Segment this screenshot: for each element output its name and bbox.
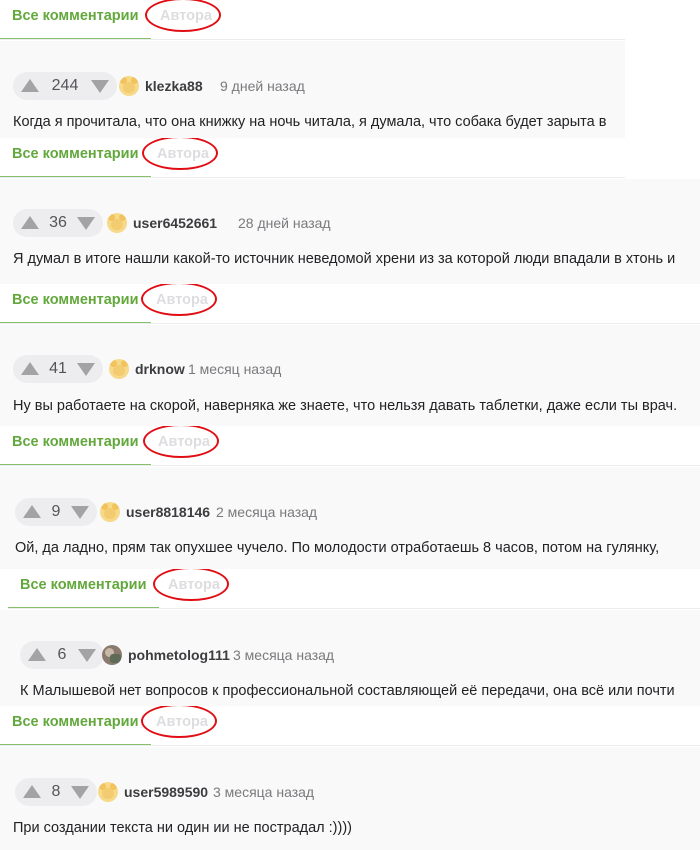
avatar-face (123, 82, 135, 93)
downvote-arrow-icon[interactable] (91, 80, 109, 93)
comment-author[interactable]: klezka88 (145, 72, 203, 100)
upvote-arrow-icon[interactable] (28, 648, 46, 661)
tab-author[interactable]: Автора (168, 569, 220, 607)
comment-author[interactable]: user8818146 (126, 498, 210, 526)
comment-author[interactable]: user6452661 (133, 209, 217, 237)
avatar-icon[interactable] (119, 76, 139, 96)
tabs-divider (0, 745, 700, 746)
comment-card: 8 user5989590 3 месяца назад При создании т… (0, 747, 700, 850)
comment-header: 8 user5989590 3 месяца назад (15, 778, 535, 806)
comment-time[interactable]: 2 месяца назад (216, 498, 317, 526)
rating-value: 8 (51, 783, 61, 800)
comment-tabs: Все комментарии Автора (0, 706, 700, 746)
tabs-divider (0, 177, 625, 178)
comment-tabs: Все комментарии Автора (0, 426, 700, 466)
comment-card: 9 user8818146 2 месяца назад Ой, да ладно, … (0, 467, 700, 569)
avatar-icon[interactable] (98, 782, 118, 802)
comment-text: Ой, да ладно, прям так опухшее чучело. П… (15, 540, 660, 556)
tab-all-comments[interactable]: Все комментарии (8, 569, 159, 609)
comment-text: При создании текста ни один ии не постра… (13, 820, 352, 836)
comment-header: 9 user8818146 2 месяца назад (15, 498, 535, 526)
comment-card: 244 klezka88 9 дней назад Когда я прочитала… (0, 41, 625, 138)
downvote-arrow-icon[interactable] (71, 506, 89, 519)
comment-card: 6 pohmetolog111 3 месяца назад К Малышевой … (0, 610, 700, 706)
avatar-face (102, 788, 114, 799)
avatar-icon[interactable] (100, 502, 120, 522)
rating-value: 9 (51, 503, 61, 520)
comment-header: 6 pohmetolog111 3 месяца назад (20, 641, 540, 669)
comment-text: Когда я прочитала, что она книжку на ноч… (13, 114, 607, 130)
tabs-divider (0, 39, 625, 40)
comment-tabs: Все комментарии Автора (0, 138, 625, 178)
avatar-photo-part (110, 654, 121, 663)
rating-widget: 8 (15, 778, 97, 806)
comment-header: 244 klezka88 9 дней назад (13, 72, 533, 100)
tab-author[interactable]: Автора (156, 706, 208, 744)
tab-all-comments[interactable]: Все комментарии (0, 426, 151, 466)
rating-widget: 36 (13, 209, 103, 237)
comment-card: 36 user6452661 28 дней назад Я думал в итог… (0, 179, 700, 284)
tab-all-comments[interactable]: Все комментарии (0, 284, 151, 324)
comment-tabs: Все комментарии Автора (0, 284, 700, 324)
tabs-divider (8, 608, 700, 609)
downvote-arrow-icon[interactable] (77, 363, 95, 376)
comment-time[interactable]: 9 дней назад (220, 72, 305, 100)
comment-header: 36 user6452661 28 дней назад (13, 209, 533, 237)
tab-all-comments[interactable]: Все комментарии (0, 706, 151, 746)
comment-time[interactable]: 3 месяца назад (233, 641, 334, 669)
rating-widget: 41 (13, 355, 103, 383)
upvote-arrow-icon[interactable] (21, 216, 39, 229)
comment-time[interactable]: 1 месяц назад (188, 355, 281, 383)
avatar-face (104, 508, 116, 519)
comment-author[interactable]: drknow (135, 355, 185, 383)
avatar-face (113, 365, 125, 376)
tabs-divider (0, 465, 700, 466)
rating-value: 244 (51, 77, 79, 94)
upvote-arrow-icon[interactable] (23, 785, 41, 798)
tab-author[interactable]: Автора (158, 426, 210, 464)
avatar-icon[interactable] (109, 359, 129, 379)
rating-widget: 244 (13, 72, 117, 100)
rating-value: 41 (49, 360, 67, 377)
rating-value: 36 (49, 214, 67, 231)
tab-author[interactable]: Автора (160, 0, 212, 38)
comment-text: Я думал в итоге нашли какой-то источник … (13, 251, 676, 267)
comment-time[interactable]: 3 месяца назад (213, 778, 314, 806)
comment-tabs: Все комментарии Автора (0, 0, 625, 40)
tab-author[interactable]: Автора (156, 284, 208, 322)
comment-author[interactable]: user5989590 (124, 778, 208, 806)
upvote-arrow-icon[interactable] (21, 362, 39, 375)
rating-widget: 6 (20, 641, 104, 669)
downvote-arrow-icon[interactable] (78, 649, 96, 662)
avatar-icon[interactable] (102, 645, 122, 665)
rating-value: 6 (57, 646, 67, 663)
comment-text: Ну вы работаете на скорой, наверняка же … (13, 398, 678, 414)
comment-header: 41 drknow 1 месяц назад (13, 355, 533, 383)
comment-time[interactable]: 28 дней назад (238, 209, 331, 237)
comment-text: К Малышевой нет вопросов к профессиональ… (20, 683, 675, 699)
avatar-face (111, 219, 123, 230)
tab-all-comments[interactable]: Все комментарии (0, 138, 151, 178)
tabs-divider (0, 323, 700, 324)
tab-all-comments[interactable]: Все комментарии (0, 0, 151, 40)
avatar-icon[interactable] (107, 213, 127, 233)
downvote-arrow-icon[interactable] (77, 217, 95, 230)
comment-card: 41 drknow 1 месяц назад Ну вы работаете на … (0, 325, 700, 426)
upvote-arrow-icon[interactable] (21, 79, 39, 92)
downvote-arrow-icon[interactable] (71, 786, 89, 799)
tab-author[interactable]: Автора (157, 138, 209, 176)
upvote-arrow-icon[interactable] (23, 505, 41, 518)
comments-collage: Все комментарии Автора Все комментарии Авто… (0, 0, 700, 850)
comment-author[interactable]: pohmetolog111 (128, 641, 230, 669)
comment-tabs: Все комментарии Автора (8, 569, 700, 609)
rating-widget: 9 (15, 498, 97, 526)
